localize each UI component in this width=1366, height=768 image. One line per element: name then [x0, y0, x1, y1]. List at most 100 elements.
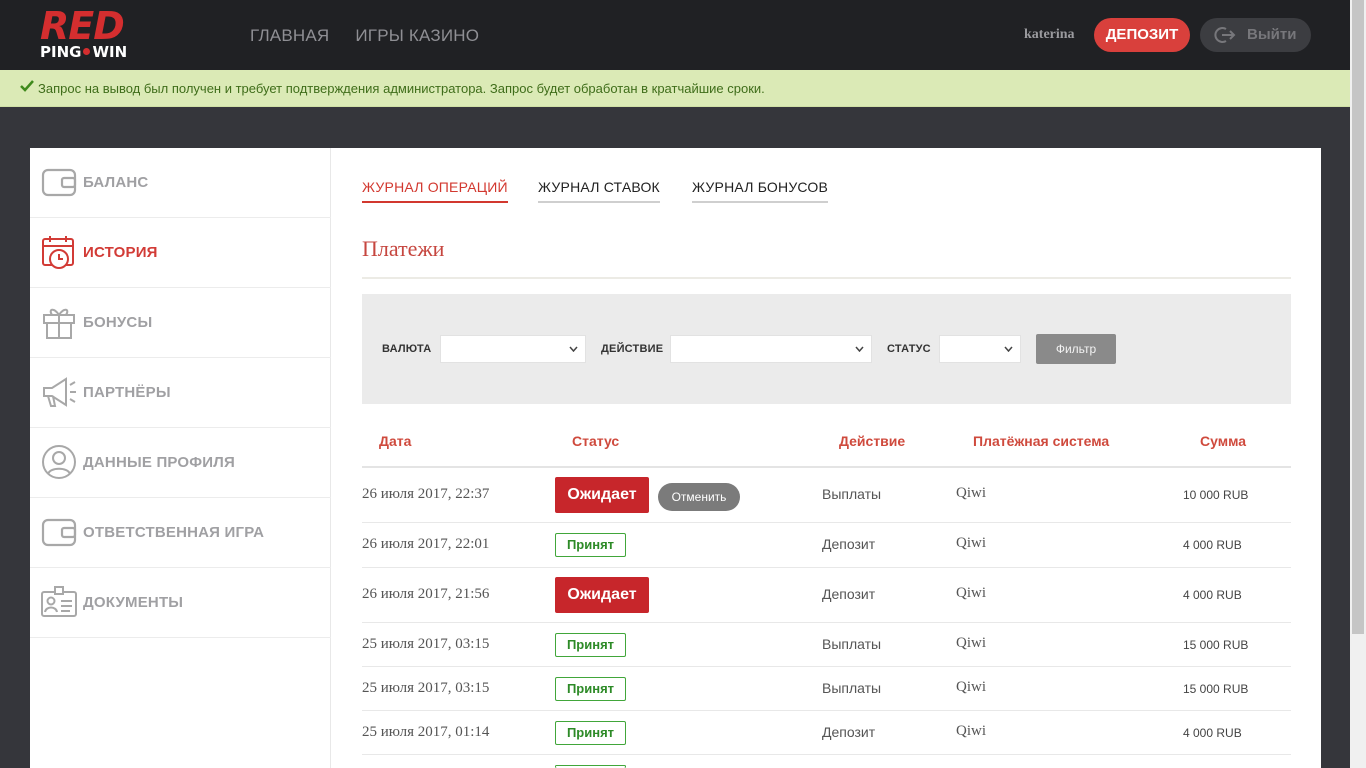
- row-action: Выплаты: [822, 636, 882, 652]
- row-date: 26 июля 2017, 22:37: [362, 486, 490, 502]
- row-amount: 4 000 RUB: [1183, 538, 1242, 552]
- row-action: Депозит: [822, 536, 876, 552]
- table-row: 25 июля 2017, 03:15 Принят Выплаты Qiwi …: [362, 623, 1291, 667]
- account-panel: БАЛАНС ИСТОРИЯ БОНУСЫ ПАРТНЁРЫ ДАННЫЕ ПР…: [30, 148, 1321, 768]
- table-row: 25 июля 2017, 01:14 Принят Депозит Qiwi …: [362, 711, 1291, 755]
- deposit-button[interactable]: ДЕПОЗИТ: [1094, 18, 1190, 52]
- table-row: 25 июля 2017, 03:15 Принят Выплаты Qiwi …: [362, 667, 1291, 711]
- action-filter-label: ДЕЙСТВИЕ: [601, 343, 664, 355]
- logout-button[interactable]: Выйти: [1200, 18, 1311, 52]
- table-row-partial: [362, 755, 1291, 768]
- sidebar-item-history[interactable]: ИСТОРИЯ: [30, 218, 331, 288]
- filter-button[interactable]: Фильтр: [1036, 334, 1116, 364]
- user-circle-icon: [42, 445, 76, 479]
- sidebar-item-balance[interactable]: БАЛАНС: [30, 148, 331, 218]
- row-date: 26 июля 2017, 22:01: [362, 536, 490, 552]
- row-payment-system: Qiwi: [956, 723, 986, 739]
- account-sidebar: БАЛАНС ИСТОРИЯ БОНУСЫ ПАРТНЁРЫ ДАННЫЕ ПР…: [30, 148, 331, 768]
- logout-label: Выйти: [1247, 26, 1297, 43]
- currency-select[interactable]: [440, 335, 586, 363]
- status-badge-pending: Ожидает: [555, 477, 649, 513]
- sidebar-item-label: ДАННЫЕ ПРОФИЛЯ: [83, 454, 235, 471]
- column-header-amount[interactable]: Сумма: [1200, 433, 1246, 449]
- table-row: 26 июля 2017, 21:56 Ожидает Депозит Qiwi…: [362, 568, 1291, 623]
- sidebar-item-label: ДОКУМЕНТЫ: [83, 594, 184, 611]
- logo-sub-text: PING WIN: [40, 44, 127, 60]
- column-header-date[interactable]: Дата: [379, 433, 411, 449]
- status-badge-pending: Ожидает: [555, 577, 649, 613]
- nav-link-casino-games[interactable]: ИГРЫ КАЗИНО: [355, 26, 479, 46]
- checkmark-icon: [20, 80, 34, 92]
- row-amount: 15 000 RUB: [1183, 638, 1249, 652]
- sidebar-item-label: ИСТОРИЯ: [83, 244, 158, 261]
- sidebar-item-responsible-gaming[interactable]: ОТВЕТСТВЕННАЯ ИГРА: [30, 498, 331, 568]
- username-label[interactable]: katerina: [1024, 27, 1075, 43]
- status-badge-accepted: Принят: [555, 677, 626, 701]
- row-date: 25 июля 2017, 03:15: [362, 636, 490, 652]
- row-date: 26 июля 2017, 21:56: [362, 586, 490, 602]
- logout-icon: [1214, 27, 1236, 43]
- sidebar-item-label: ПАРТНЁРЫ: [83, 384, 171, 401]
- column-header-status[interactable]: Статус: [572, 433, 619, 449]
- history-content: ЖУРНАЛ ОПЕРАЦИЙ ЖУРНАЛ СТАВОК ЖУРНАЛ БОН…: [362, 148, 1291, 768]
- row-payment-system: Qiwi: [956, 535, 986, 551]
- tab-bets-log[interactable]: ЖУРНАЛ СТАВОК: [538, 179, 660, 203]
- nav-link-home[interactable]: ГЛАВНАЯ: [250, 26, 329, 46]
- top-header: RED PING WIN ГЛАВНАЯ ИГРЫ КАЗИНО katerina…: [0, 0, 1350, 70]
- page-title: Платежи: [362, 236, 445, 261]
- row-action: Депозит: [822, 586, 876, 602]
- table-row: 26 июля 2017, 22:37 Ожидает Отменить Вып…: [362, 468, 1291, 523]
- wallet-icon: [41, 168, 77, 197]
- sidebar-item-documents[interactable]: ДОКУМЕНТЫ: [30, 568, 331, 638]
- status-badge-accepted: Принят: [555, 533, 626, 557]
- status-badge-accepted: Принят: [555, 721, 626, 745]
- table-row: 26 июля 2017, 22:01 Принят Депозит Qiwi …: [362, 523, 1291, 568]
- sidebar-item-label: БОНУСЫ: [83, 314, 153, 331]
- tab-operations-log[interactable]: ЖУРНАЛ ОПЕРАЦИЙ: [362, 179, 508, 203]
- action-select[interactable]: [670, 335, 872, 363]
- row-amount: 4 000 RUB: [1183, 726, 1242, 740]
- row-payment-system: Qiwi: [956, 635, 986, 651]
- row-amount: 4 000 RUB: [1183, 588, 1242, 602]
- currency-filter-label: ВАЛЮТА: [382, 343, 432, 355]
- notice-text: Запрос на вывод был получен и требует по…: [38, 81, 765, 96]
- logo-win-text: WIN: [92, 43, 128, 61]
- row-date: 25 июля 2017, 01:14: [362, 724, 490, 740]
- row-amount: 15 000 RUB: [1183, 682, 1249, 696]
- row-payment-system: Qiwi: [956, 585, 986, 601]
- sidebar-item-label: БАЛАНС: [83, 174, 149, 191]
- tab-bonus-log[interactable]: ЖУРНАЛ БОНУСОВ: [692, 179, 829, 203]
- scrollbar-thumb[interactable]: [1352, 0, 1364, 634]
- wallet-icon: [41, 518, 77, 547]
- sidebar-item-bonuses[interactable]: БОНУСЫ: [30, 288, 331, 358]
- logo-red-text: RED: [40, 4, 125, 48]
- sidebar-item-profile[interactable]: ДАННЫЕ ПРОФИЛЯ: [30, 428, 331, 498]
- brand-logo[interactable]: RED PING WIN: [40, 6, 144, 64]
- row-payment-system: Qiwi: [956, 679, 986, 695]
- sidebar-item-partners[interactable]: ПАРТНЁРЫ: [30, 358, 331, 428]
- cancel-withdrawal-button[interactable]: Отменить: [658, 483, 740, 511]
- chevron-down-icon: [569, 346, 578, 352]
- column-header-payment-system[interactable]: Платёжная система: [973, 433, 1109, 449]
- row-payment-system: Qiwi: [956, 485, 986, 501]
- row-date: 25 июля 2017, 03:15: [362, 680, 490, 696]
- main-nav: ГЛАВНАЯ ИГРЫ КАЗИНО: [250, 26, 479, 46]
- chevron-down-icon: [1004, 346, 1013, 352]
- gift-icon: [43, 308, 75, 339]
- megaphone-icon: [43, 377, 76, 407]
- sidebar-item-label: ОТВЕТСТВЕННАЯ ИГРА: [83, 524, 265, 541]
- filter-bar: ВАЛЮТА ДЕЙСТВИЕ СТАТУС Фильтр: [362, 294, 1291, 404]
- logo-ping-text: PING: [40, 43, 82, 61]
- calendar-clock-icon: [42, 236, 74, 269]
- status-select[interactable]: [939, 335, 1021, 363]
- logo-dot-icon: [83, 48, 91, 55]
- withdrawal-notice: Запрос на вывод был получен и требует по…: [0, 70, 1350, 107]
- column-header-action[interactable]: Действие: [839, 433, 905, 449]
- status-filter-label: СТАТУС: [887, 343, 931, 355]
- row-amount: 10 000 RUB: [1183, 488, 1249, 502]
- row-action: Депозит: [822, 724, 876, 740]
- row-action: Выплаты: [822, 680, 882, 696]
- status-badge-accepted: Принят: [555, 633, 626, 657]
- chevron-down-icon: [855, 346, 864, 352]
- id-card-icon: [41, 586, 77, 617]
